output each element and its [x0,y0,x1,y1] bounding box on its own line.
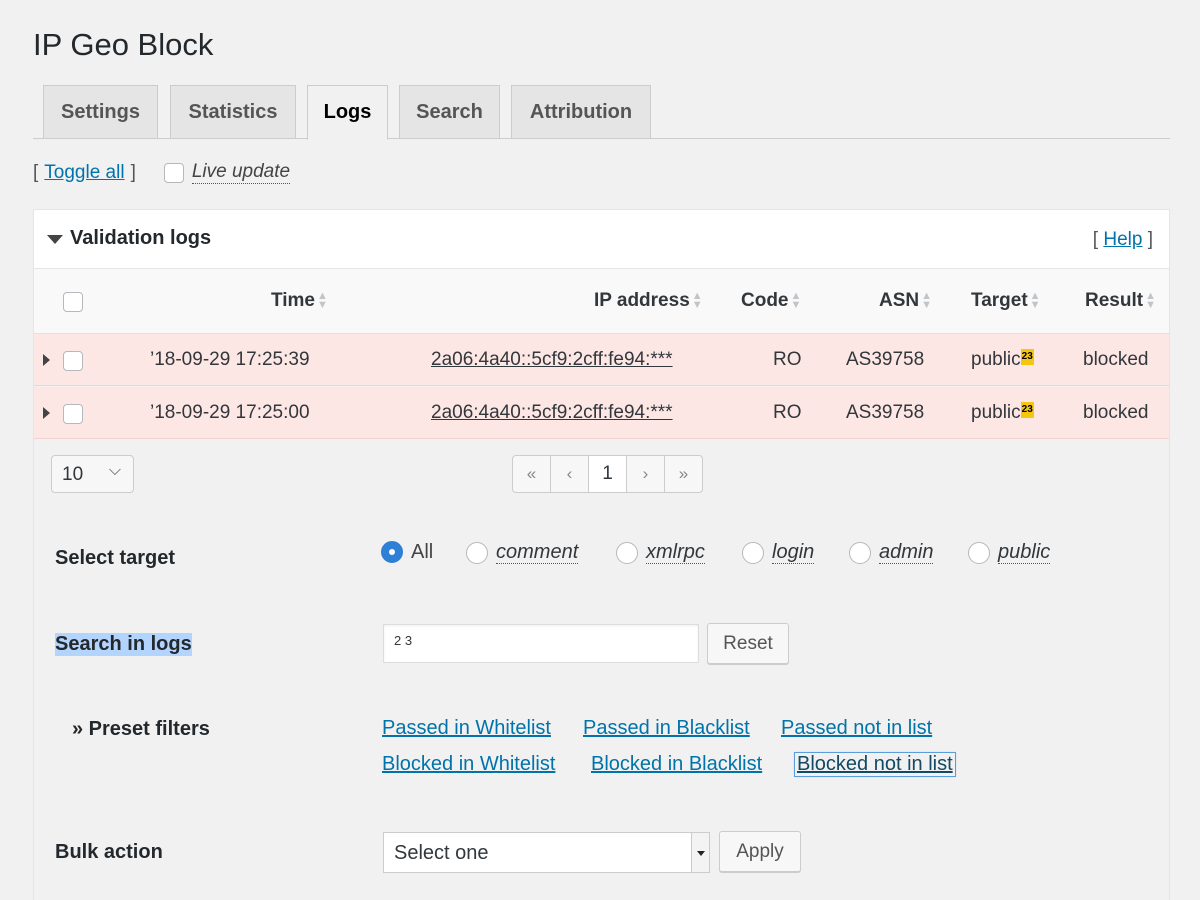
radio-button[interactable] [849,541,871,564]
preset-passed-blacklist[interactable]: Passed in Blacklist [583,717,750,740]
table-row[interactable]: ’18-09-29 17:25:39 2a06:4a40::5cf9:2cff:… [34,334,1169,386]
expand-row-icon[interactable] [43,354,50,366]
live-update-checkbox[interactable] [163,163,184,183]
target-radio-login[interactable]: login [742,541,815,564]
target-radio-xmlrpc[interactable]: xmlrpc [616,541,705,564]
apply-button[interactable]: Apply [719,831,801,872]
cell-asn: AS39758 [846,402,925,423]
help-link[interactable]: Help [1103,229,1142,250]
cell-code: RO [773,402,802,423]
preset-blocked-not-in-list[interactable]: Blocked not in list [794,752,956,777]
sort-icon: ▲ ▼ [1029,289,1041,311]
target-radio-all[interactable]: All [381,541,433,563]
panel-title: Validation logs [70,227,212,249]
radio-button[interactable] [466,541,488,564]
column-header-target[interactable]: Target ▲ ▼ [971,290,1041,312]
column-header-code[interactable]: Code ▲ ▼ [741,290,801,312]
cell-target: public23 [971,349,1034,370]
target-radio-comment[interactable]: comment [466,541,579,564]
column-header-asn[interactable]: ASN ▲ ▼ [879,290,932,312]
help-bracket-open: [ [1092,229,1099,250]
column-header-time[interactable]: Time ▲ ▼ [271,290,328,312]
table-row[interactable]: ’18-09-29 17:25:00 2a06:4a40::5cf9:2cff:… [34,387,1169,439]
cell-target: public23 [971,402,1034,423]
dropdown-arrow-icon[interactable] [691,833,709,872]
search-in-logs-label: Search in logs [55,633,192,656]
page-title: IP Geo Block [33,27,214,62]
radio-button[interactable] [381,541,403,563]
target-radio-admin[interactable]: admin [849,541,934,564]
pagination-last[interactable]: » [664,455,703,493]
sort-icon: ▲ ▼ [691,289,703,311]
reset-button[interactable]: Reset [707,623,789,664]
sort-icon: ▲ ▼ [790,289,802,311]
column-header-ip[interactable]: IP address ▲ ▼ [594,290,703,312]
row-checkbox[interactable] [63,404,83,424]
radio-button[interactable] [742,541,764,564]
live-update-label[interactable]: Live update [191,161,291,184]
toolbar: [ Toggle all ] Live update [33,161,291,184]
target-count-badge: 23 [1020,349,1034,365]
per-page-select[interactable]: 10 ⌵ [51,455,134,493]
chevron-down-icon: ⌵ [108,462,121,479]
target-count-badge: 23 [1020,402,1034,418]
bracket-open: [ [33,162,39,183]
cell-result: blocked [1083,349,1149,370]
sort-icon: ▲ ▼ [921,289,933,311]
pagination-prev[interactable]: ‹ [550,455,589,493]
cell-time: ’18-09-29 17:25:00 [150,402,310,423]
nav-tabs: Settings Statistics Logs Search Attribut… [33,85,1170,140]
select-all-checkbox[interactable] [63,292,83,312]
toggle-all-link[interactable]: Toggle all [44,162,124,184]
pagination-first[interactable]: « [512,455,551,493]
preset-passed-not-in-list[interactable]: Passed not in list [781,717,932,740]
preset-passed-whitelist[interactable]: Passed in Whitelist [382,717,551,740]
bulk-action-value: Select one [394,842,489,864]
preset-blocked-whitelist[interactable]: Blocked in Whitelist [382,753,555,776]
radio-button[interactable] [968,541,990,564]
expand-row-icon[interactable] [43,407,50,419]
validation-logs-panel: Validation logs [ Help ] Time ▲ ▼ IP addre… [33,209,1170,900]
cell-asn: AS39758 [846,349,925,370]
radio-button[interactable] [616,541,638,564]
cell-ip-link[interactable]: 2a06:4a40::5cf9:2cff:fe94:*** [431,349,673,371]
pagination-next[interactable]: › [626,455,665,493]
cell-code: RO [773,349,802,370]
collapse-caret-icon[interactable] [47,235,63,244]
pagination-current[interactable]: 1 [588,455,627,493]
bulk-action-select[interactable]: Select one [383,832,710,873]
tab-statistics[interactable]: Statistics [170,85,296,139]
help-link-wrapper: [ Help ] [1093,229,1153,251]
bulk-action-label: Bulk action [55,841,163,863]
tab-search[interactable]: Search [399,85,500,139]
sort-icon: ▲ ▼ [1145,289,1156,311]
panel-header[interactable]: Validation logs [ Help ] [34,210,1169,269]
target-radio-public[interactable]: public [968,541,1051,564]
sort-icon: ▲ ▼ [317,289,328,311]
tab-logs[interactable]: Logs [307,85,388,140]
tab-settings[interactable]: Settings [43,85,158,139]
cell-result: blocked [1083,402,1149,423]
help-bracket-close: ] [1147,229,1153,250]
column-header-result[interactable]: Result ▲ ▼ [1085,290,1156,312]
preset-filters-label: » Preset filters [72,718,210,740]
row-checkbox[interactable] [63,351,83,371]
cell-ip-link[interactable]: 2a06:4a40::5cf9:2cff:fe94:*** [431,402,673,424]
search-input[interactable]: 2 3 [383,624,699,663]
bracket-close: ] [130,162,136,183]
table-header: Time ▲ ▼ IP address ▲ ▼ Code ▲ ▼ ASN ▲ ▼ Target ▲… [34,269,1169,334]
cell-time: ’18-09-29 17:25:39 [150,349,310,370]
select-target-label: Select target [55,547,176,569]
preset-blocked-blacklist[interactable]: Blocked in Blacklist [591,753,762,776]
per-page-value: 10 [62,464,84,485]
tab-attribution[interactable]: Attribution [511,85,651,139]
